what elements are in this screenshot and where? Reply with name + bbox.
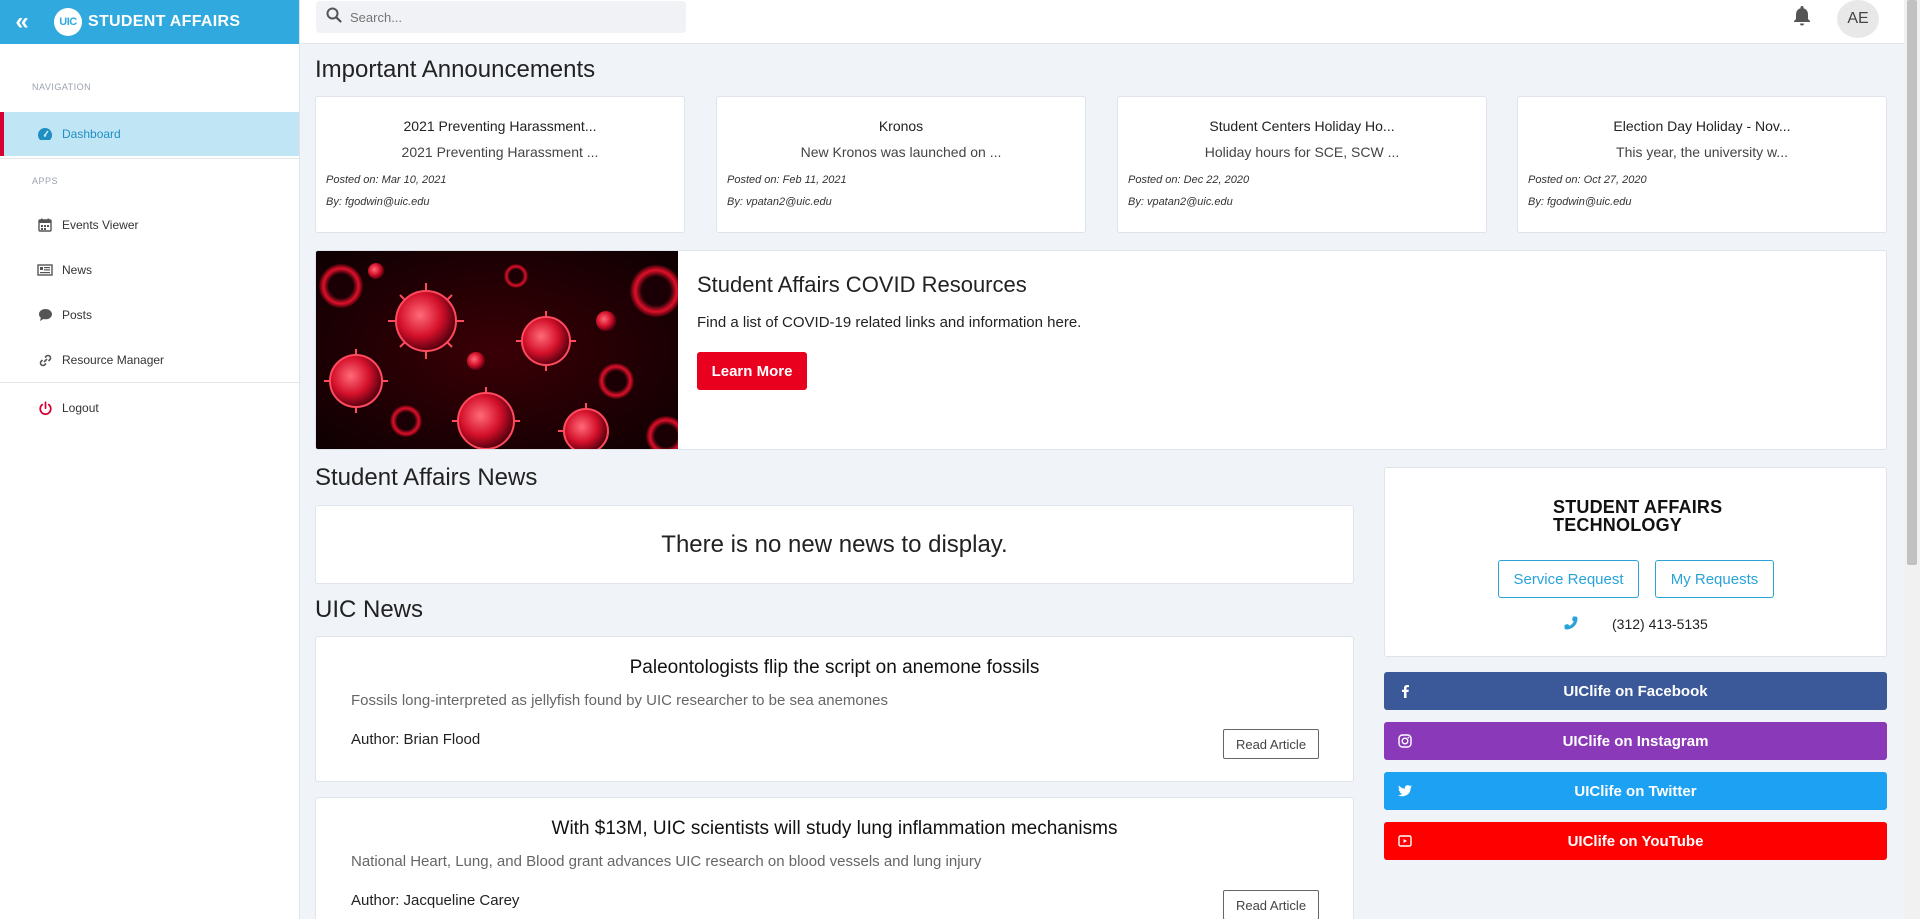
announcement-card[interactable]: Kronos New Kronos was launched on ... Po… — [716, 96, 1086, 233]
sidebar: « UIC STUDENT AFFAIRS NAVIGATION Dashboa… — [0, 0, 300, 919]
announcement-author: By: fgodwin@uic.edu — [326, 196, 430, 208]
read-article-button[interactable]: Read Article — [1223, 890, 1319, 919]
phone-icon — [1563, 615, 1579, 636]
sidebar-item-label: Events Viewer — [62, 218, 139, 232]
sidebar-item-logout[interactable]: Logout — [0, 386, 299, 430]
news-article-card: Paleontologists flip the script on anemo… — [315, 636, 1354, 782]
article-author: Author: Brian Flood — [351, 731, 481, 748]
facebook-icon — [1398, 684, 1412, 698]
announcements-heading: Important Announcements — [315, 56, 596, 83]
social-label: UIClife on Instagram — [1562, 732, 1709, 750]
instagram-button[interactable]: UIClife on Instagram — [1384, 722, 1887, 760]
service-request-button[interactable]: Service Request — [1498, 560, 1639, 598]
no-news-message: There is no new news to display. — [315, 505, 1354, 584]
social-label: UIClife on Twitter — [1574, 782, 1697, 800]
scrollbar-thumb[interactable] — [1907, 0, 1917, 565]
search-icon — [326, 7, 342, 28]
page-scrollbar[interactable] — [1904, 0, 1920, 919]
my-requests-button[interactable]: My Requests — [1655, 560, 1774, 598]
article-subtitle: Fossils long-interpreted as jellyfish fo… — [351, 692, 888, 709]
user-avatar[interactable]: AE — [1837, 0, 1879, 38]
announcement-date: Posted on: Oct 27, 2020 — [1528, 174, 1647, 186]
uic-logo: UIC — [54, 8, 82, 36]
sidebar-item-resource-manager[interactable]: Resource Manager — [0, 338, 299, 382]
twitter-icon — [1398, 784, 1412, 798]
social-label: UIClife on YouTube — [1567, 832, 1704, 850]
announcement-author: By: vpatan2@uic.edu — [727, 196, 832, 208]
topbar: AE — [300, 0, 1904, 44]
article-author: Author: Jacqueline Carey — [351, 892, 520, 909]
sat-card: STUDENT AFFAIRS TECHNOLOGY Service Reque… — [1384, 467, 1887, 657]
sidebar-item-label: Resource Manager — [62, 353, 165, 367]
announcement-date: Posted on: Feb 11, 2021 — [727, 174, 847, 186]
sat-logo: STUDENT AFFAIRS TECHNOLOGY — [1553, 497, 1723, 535]
dashboard-icon — [36, 127, 54, 141]
brand-bar: « UIC STUDENT AFFAIRS — [0, 0, 299, 44]
announcement-summary: This year, the university w... — [1616, 144, 1788, 160]
article-title: With $13M, UIC scientists will study lun… — [551, 818, 1118, 839]
comment-icon — [36, 308, 54, 322]
search-box[interactable] — [316, 1, 686, 33]
learn-more-button[interactable]: Learn More — [697, 352, 807, 390]
announcement-title: Election Day Holiday - Nov... — [1613, 118, 1791, 134]
announcement-summary: 2021 Preventing Harassment ... — [401, 144, 599, 160]
announcement-card[interactable]: Student Centers Holiday Ho... Holiday ho… — [1117, 96, 1487, 233]
covid-title: Student Affairs COVID Resources — [697, 272, 1027, 297]
collapse-sidebar-icon[interactable]: « — [0, 8, 44, 36]
covid-description: Find a list of COVID-19 related links an… — [697, 314, 1082, 331]
sidebar-item-label: News — [62, 263, 93, 277]
covid-virus-image — [316, 251, 678, 449]
sidebar-item-news[interactable]: News — [0, 248, 299, 292]
apps-section-header: APPS — [32, 176, 59, 186]
sa-news-heading: Student Affairs News — [315, 464, 538, 491]
article-subtitle: National Heart, Lung, and Blood grant ad… — [351, 853, 982, 870]
power-icon — [36, 400, 54, 416]
newspaper-icon — [36, 264, 54, 276]
youtube-icon — [1398, 834, 1412, 848]
brand-name: STUDENT AFFAIRS — [88, 13, 241, 30]
announcement-date: Posted on: Mar 10, 2021 — [326, 174, 447, 186]
notification-bell-icon[interactable] — [1790, 4, 1814, 28]
phone-number: (312) 413-5135 — [1612, 616, 1708, 632]
announcement-summary: New Kronos was launched on ... — [800, 144, 1002, 160]
sidebar-item-label: Posts — [62, 308, 93, 322]
announcement-summary: Holiday hours for SCE, SCW ... — [1204, 144, 1400, 160]
facebook-button[interactable]: UIClife on Facebook — [1384, 672, 1887, 710]
sidebar-item-label: Dashboard — [62, 127, 121, 141]
instagram-icon — [1398, 734, 1412, 748]
news-article-card: With $13M, UIC scientists will study lun… — [315, 797, 1354, 919]
announcement-title: Kronos — [878, 118, 924, 134]
covid-resources-banner: Student Affairs COVID Resources Find a l… — [315, 250, 1887, 450]
divider — [0, 158, 299, 159]
nav-section-header: NAVIGATION — [32, 82, 92, 92]
social-label: UIClife on Facebook — [1563, 682, 1708, 700]
twitter-button[interactable]: UIClife on Twitter — [1384, 772, 1887, 810]
announcement-title: Student Centers Holiday Ho... — [1209, 118, 1395, 134]
announcement-title: 2021 Preventing Harassment... — [403, 118, 597, 134]
youtube-button[interactable]: UIClife on YouTube — [1384, 822, 1887, 860]
announcement-author: By: vpatan2@uic.edu — [1128, 196, 1233, 208]
uic-news-heading: UIC News — [315, 596, 424, 623]
read-article-button[interactable]: Read Article — [1223, 729, 1319, 759]
sidebar-item-posts[interactable]: Posts — [0, 293, 299, 337]
announcement-card[interactable]: Election Day Holiday - Nov... This year,… — [1517, 96, 1887, 233]
sidebar-item-events-viewer[interactable]: Events Viewer — [0, 203, 299, 247]
article-title: Paleontologists flip the script on anemo… — [629, 657, 1040, 678]
divider — [0, 382, 299, 383]
sidebar-item-dashboard[interactable]: Dashboard — [0, 112, 299, 156]
search-input[interactable] — [350, 9, 670, 25]
sidebar-item-label: Logout — [62, 401, 99, 415]
announcement-date: Posted on: Dec 22, 2020 — [1128, 174, 1250, 186]
announcement-author: By: fgodwin@uic.edu — [1528, 196, 1632, 208]
announcement-card[interactable]: 2021 Preventing Harassment... 2021 Preve… — [315, 96, 685, 233]
calendar-icon — [36, 218, 54, 232]
link-icon — [36, 353, 54, 368]
